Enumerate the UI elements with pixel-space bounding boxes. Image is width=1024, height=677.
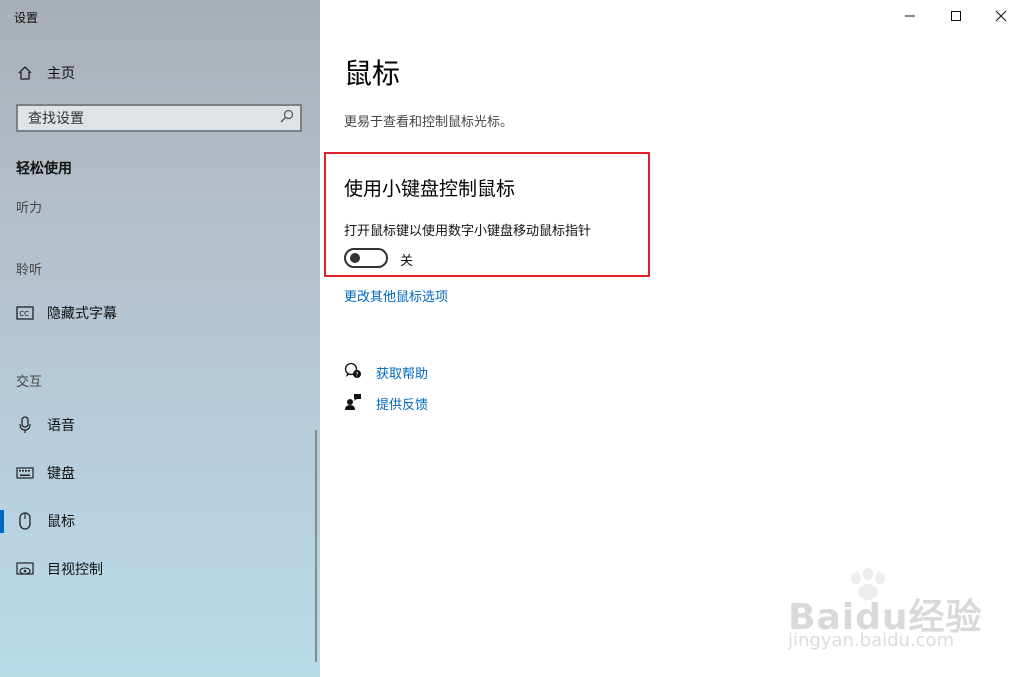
eye-control-icon: [16, 560, 34, 578]
sidebar-scrollbar[interactable]: [315, 430, 317, 662]
close-icon: [995, 7, 1007, 26]
sidebar-item-mouse[interactable]: 鼠标: [0, 501, 320, 541]
feedback-link[interactable]: 提供反馈: [376, 394, 428, 413]
help-chat-icon: ?: [344, 362, 362, 380]
sidebar-item-keyboard[interactable]: 键盘: [0, 453, 320, 493]
group-label-interaction: 交互: [16, 375, 43, 390]
search-placeholder: 查找设置: [28, 111, 84, 127]
get-help-link[interactable]: 获取帮助: [376, 363, 428, 382]
microphone-icon: [16, 416, 34, 434]
search-input[interactable]: 查找设置: [16, 104, 302, 132]
sidebar-item-home[interactable]: 主页: [0, 53, 320, 93]
home-icon: [16, 64, 34, 82]
maximize-button[interactable]: [933, 0, 979, 32]
sidebar-item-speech[interactable]: 语音: [0, 405, 320, 445]
sidebar-section-title: 轻松使用: [16, 161, 72, 177]
sidebar-item-label: 鼠标: [47, 514, 75, 530]
search-icon[interactable]: [280, 109, 294, 127]
sidebar: 设置 主页 查找设置 轻松使用 听力 聆听 CC 隐藏式字幕 交互 语音 键盘: [0, 0, 320, 677]
mouse-keys-toggle[interactable]: [344, 248, 388, 268]
toggle-state-label: 关: [400, 254, 414, 269]
svg-text:CC: CC: [19, 310, 29, 318]
page-title: 鼠标: [344, 57, 401, 90]
closed-caption-icon: CC: [16, 304, 34, 322]
watermark-url: jingyan.baidu.com: [788, 630, 955, 651]
minimize-button[interactable]: [887, 0, 933, 32]
sidebar-item-label: 目视控制: [47, 562, 103, 578]
sidebar-item-eye-control[interactable]: 目视控制: [0, 549, 320, 589]
feedback-icon: [344, 393, 362, 411]
setting-description: 打开鼠标键以使用数字小键盘移动鼠标指针: [344, 224, 592, 239]
svg-text:?: ?: [355, 372, 358, 379]
section-heading: 使用小键盘控制鼠标: [344, 178, 516, 200]
group-label-hearing: 听力: [16, 201, 43, 216]
sidebar-item-closed-captions[interactable]: CC 隐藏式字幕: [0, 293, 320, 333]
keyboard-icon: [16, 464, 34, 482]
maximize-icon: [950, 7, 962, 26]
mouse-icon: [16, 512, 34, 530]
group-label-listening: 聆听: [16, 263, 43, 278]
app-title: 设置: [14, 11, 39, 25]
sidebar-item-label: 语音: [47, 418, 75, 434]
sidebar-item-label: 隐藏式字幕: [47, 306, 117, 322]
sidebar-item-label: 键盘: [47, 466, 75, 482]
close-button[interactable]: [978, 0, 1024, 32]
page-subtitle: 更易于查看和控制鼠标光标。: [344, 115, 514, 130]
minimize-icon: [904, 7, 916, 26]
sidebar-item-label: 主页: [47, 66, 75, 82]
toggle-knob: [350, 253, 360, 263]
more-mouse-options-link[interactable]: 更改其他鼠标选项: [344, 286, 448, 305]
